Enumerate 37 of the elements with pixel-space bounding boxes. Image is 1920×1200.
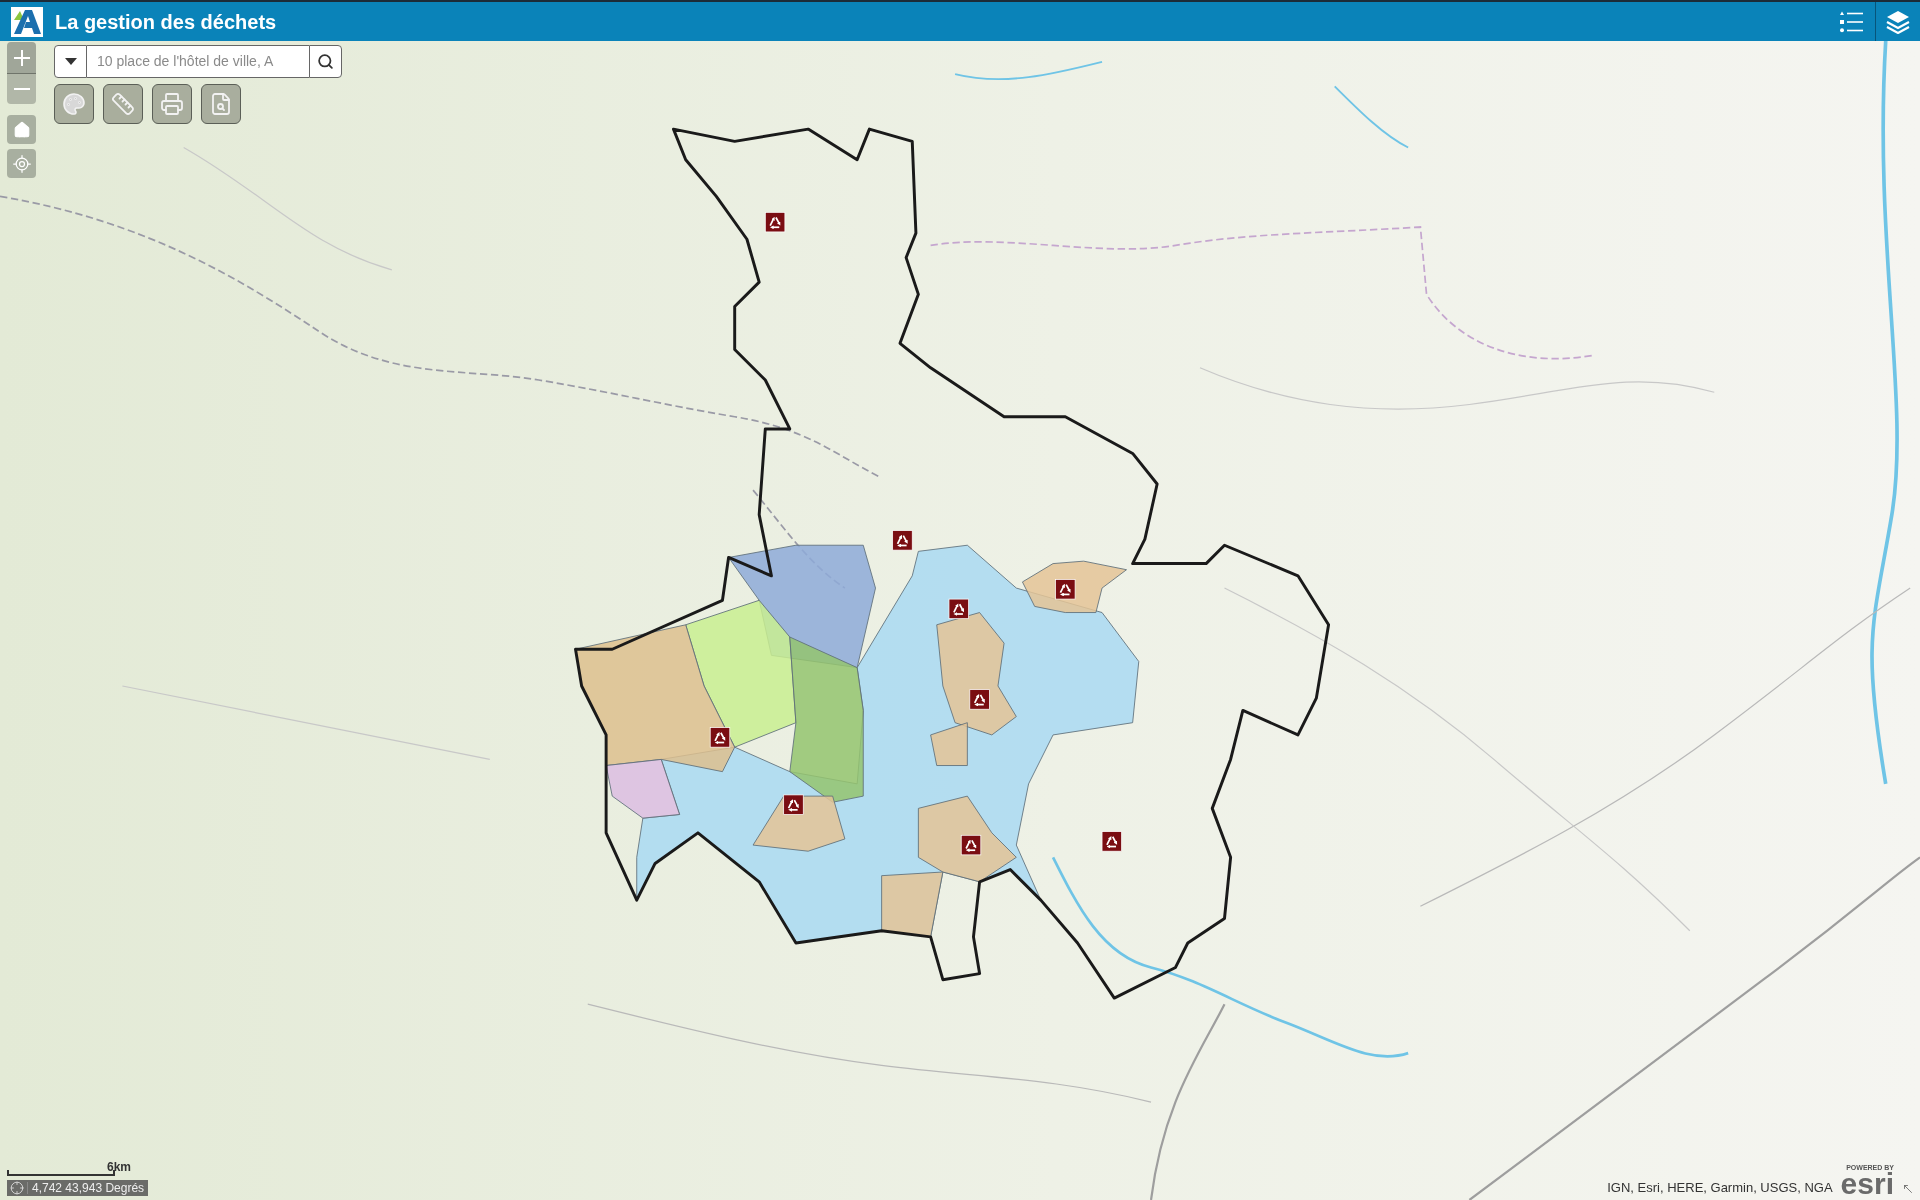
coordinates-text: 4,742 43,943 Degrés	[32, 1182, 145, 1194]
recycling-icon[interactable]	[783, 794, 804, 815]
search-icon	[317, 53, 334, 70]
print-button[interactable]	[152, 84, 192, 124]
home-icon	[12, 120, 31, 139]
app-logo-icon	[11, 6, 43, 37]
symbology-button[interactable]	[54, 84, 94, 124]
app-title: La gestion des déchets	[55, 11, 277, 32]
caret-icon	[64, 58, 77, 65]
recycling-icon[interactable]	[1055, 579, 1076, 600]
esri-wordmark: esri	[1840, 1171, 1894, 1197]
zoom-in-button[interactable]	[7, 42, 36, 74]
recycling-icon[interactable]	[948, 598, 969, 620]
layers-icon	[1886, 9, 1910, 34]
recycling-icon[interactable]	[892, 530, 913, 551]
legend-icon	[1839, 10, 1863, 33]
minus-icon	[13, 88, 30, 90]
recycling-icon[interactable]	[709, 727, 731, 748]
recycling-icon[interactable]	[960, 834, 982, 856]
crosshair-icon[interactable]	[10, 1181, 24, 1195]
measure-button[interactable]	[103, 84, 143, 124]
query-button[interactable]	[201, 84, 241, 124]
search-button[interactable]	[309, 45, 342, 78]
document-search-icon	[209, 92, 233, 116]
search-field[interactable]: 10 place de l'hôtel de ville, A	[87, 45, 309, 78]
attribution-text: IGN, Esri, HERE, Garmin, USGS, NGA	[1607, 1181, 1833, 1194]
printer-icon	[160, 92, 184, 116]
recycling-icon[interactable]	[764, 211, 786, 233]
recycling-icon[interactable]	[1101, 831, 1122, 852]
recycling-icon[interactable]	[969, 689, 990, 710]
ruler-icon	[111, 92, 135, 116]
locate-icon	[11, 153, 32, 174]
scale-label: 6km	[107, 1161, 132, 1173]
plus-icon	[13, 49, 30, 66]
resize-arrow-icon	[1902, 1183, 1914, 1195]
search-source-dropdown[interactable]	[54, 45, 87, 78]
palette-icon	[62, 92, 86, 116]
